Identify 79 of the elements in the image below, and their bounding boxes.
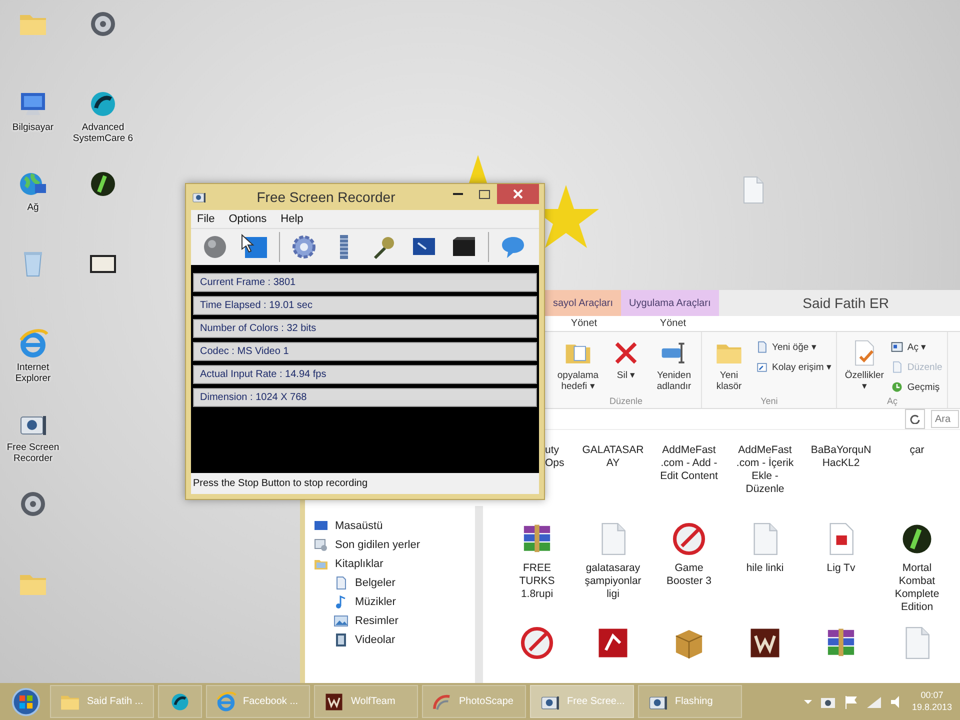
explorer-entry[interactable]: Lig Tv: [803, 518, 879, 622]
context-tab-header: sayol Araçları: [545, 290, 622, 316]
close-icon: [513, 189, 523, 199]
desktop-shortcut[interactable]: Free Screen Recorder: [0, 404, 66, 484]
explorer-entry[interactable]: FREE TURKS 1.8rupi: [499, 518, 575, 622]
stat-field: Time Elapsed : 19.01 sec: [193, 296, 537, 315]
history-icon: [890, 380, 904, 394]
ribbon-button[interactable]: Kolay erişim ▾: [754, 358, 832, 376]
explorer-entry[interactable]: Mortal Kombat Komplete Edition: [879, 518, 955, 622]
ribbon-button[interactable]: opyalama hedefi ▾: [555, 336, 601, 396]
explorer-entry[interactable]: uty Ops: [545, 432, 575, 516]
refresh-button[interactable]: [905, 409, 925, 429]
minimize-icon: [453, 193, 463, 195]
gauge-icon: [518, 624, 556, 662]
film-icon: [333, 632, 349, 648]
explorer-entry[interactable]: çar: [879, 432, 955, 518]
gauge-icon: [670, 520, 708, 558]
stat-field: Dimension : 1024 X 768: [193, 388, 537, 407]
flag-icon[interactable]: [844, 694, 858, 708]
ribbon-tab[interactable]: Yönet: [623, 316, 723, 331]
ribbon-button[interactable]: Özellikler ▾: [841, 336, 888, 396]
window-icon: [890, 340, 904, 354]
explorer-entry[interactable]: AddMeFast .com - İçerik Ekle - Düzenle: [727, 432, 803, 518]
context-tab-header: Uygulama Araçları: [621, 290, 719, 316]
menu-item[interactable]: Options: [228, 213, 267, 225]
nav-item[interactable]: Müzikler: [305, 594, 475, 610]
stat-field: Current Frame : 3801: [193, 273, 537, 292]
desktop-shortcut[interactable]: Advanced SystemCare 6: [70, 84, 136, 164]
ribbon-button[interactable]: Sil ▾: [603, 336, 649, 396]
settings-icon[interactable]: [290, 233, 318, 261]
group-label: Yeni: [760, 396, 779, 406]
recent-places-icon: [313, 537, 329, 553]
nav-item[interactable]: Resimler: [305, 613, 475, 629]
group-label: Düzenle: [608, 396, 644, 406]
stat-field: Codec : MS Video 1: [193, 342, 537, 361]
explorer-entry[interactable]: AddMeFast .com - Add - Edit Content: [651, 432, 727, 518]
document-icon: [755, 340, 769, 354]
group-label: Aç: [886, 396, 899, 406]
nav-item[interactable]: Son gidilen yerler: [305, 537, 475, 553]
ribbon-button[interactable]: Yeni öğe ▾: [754, 338, 832, 356]
window-title: Said Fatih ER: [802, 295, 889, 311]
caret-icon[interactable]: [804, 698, 812, 706]
start-orb-icon: [11, 686, 41, 716]
close-button[interactable]: [497, 184, 539, 204]
nav-item[interactable]: Videolar: [305, 632, 475, 648]
ribbon-button[interactable]: Aç ▾: [889, 338, 944, 356]
ribbon-button[interactable]: Geçmiş: [889, 378, 944, 396]
explorer-entry[interactable]: hile linki: [727, 518, 803, 622]
nav-item[interactable]: Belgeler: [305, 575, 475, 591]
document-icon: [890, 360, 904, 374]
taskbar-button[interactable]: [158, 685, 202, 718]
nav-item[interactable]: Masaüstü: [305, 518, 475, 534]
shortcut-icon: [755, 360, 769, 374]
explorer-entry[interactable]: Game Booster 3: [651, 518, 727, 622]
explorer-entry[interactable]: BaBaYorquNHacKL2: [803, 432, 879, 518]
nav-item[interactable]: Kitaplıklar: [305, 556, 475, 572]
stat-field: Number of Colors : 32 bits: [193, 319, 537, 338]
ribbon-button[interactable]: Yeniden adlandır: [651, 336, 697, 396]
desktop-shortcut[interactable]: Ağ: [0, 164, 66, 244]
menu-item[interactable]: Help: [280, 213, 304, 225]
desktop-shortcut[interactable]: Bilgisayar: [0, 84, 66, 164]
maximize-icon: [478, 190, 490, 198]
menu-item[interactable]: File: [197, 213, 215, 225]
region-select-icon[interactable]: [241, 233, 269, 261]
search-field[interactable]: Ara: [931, 410, 959, 428]
ribbon-tab[interactable]: Yönet: [545, 316, 623, 331]
explorer-entry[interactable]: GALATASARAY: [575, 432, 651, 518]
stat-field: Actual Input Rate : 14.94 fps: [193, 365, 537, 384]
window-title: Free Screen Recorder: [256, 189, 396, 205]
desktop-shortcut[interactable]: Internet Explorer: [0, 324, 66, 404]
ribbon-button[interactable]: Yeni klasör: [706, 336, 752, 396]
refresh-icon: [910, 414, 920, 424]
browser-icon: [17, 328, 49, 360]
browser-icon: [215, 690, 237, 712]
record-button[interactable]: [201, 233, 229, 261]
scrollbar[interactable]: [475, 506, 483, 683]
explorer-entry[interactable]: galatasaray şampiyonlar ligi: [575, 518, 651, 622]
status-text: Press the Stop Button to stop recording: [191, 473, 539, 494]
picture-icon: [333, 613, 349, 629]
